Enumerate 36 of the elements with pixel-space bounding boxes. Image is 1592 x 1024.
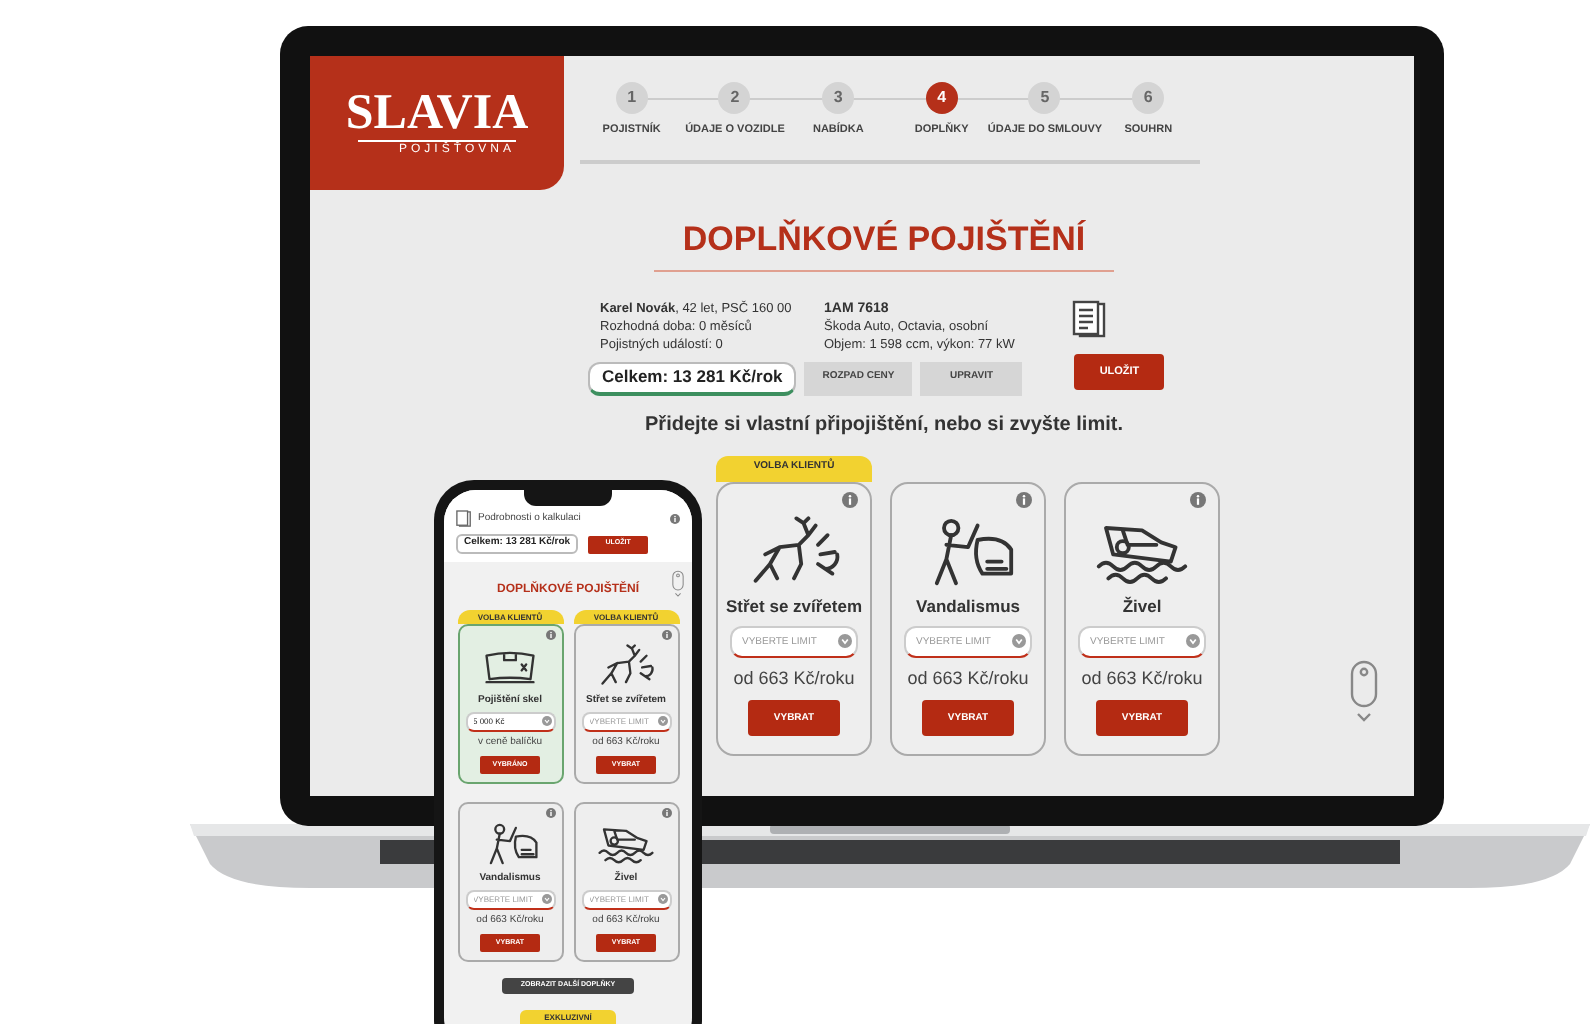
document-icon[interactable] [1072, 299, 1108, 339]
page-title: DOPLŇKOVÉ POJIŠTĚNÍ [654, 214, 1114, 271]
dropdown-icon[interactable] [1012, 634, 1026, 649]
step-number[interactable]: 2 [718, 82, 751, 115]
document-icon[interactable] [456, 510, 472, 528]
info-icon[interactable] [661, 808, 671, 818]
info-icon[interactable] [842, 491, 858, 507]
dropdown-icon[interactable] [657, 716, 667, 727]
scroll-mouse-icon [1350, 660, 1378, 724]
step-number[interactable]: 1 [615, 82, 648, 115]
info-icon[interactable] [661, 630, 671, 640]
prompt-text: Přidejte si vlastní připojištění, nebo si zvyšte limit. [645, 411, 1123, 439]
info-icon[interactable] [545, 808, 555, 818]
flood-icon [594, 822, 658, 867]
dropdown-icon[interactable] [838, 634, 852, 649]
addon-title: Vandalismus [916, 595, 1020, 617]
step-number[interactable]: 4 [925, 82, 958, 115]
info-icon[interactable] [545, 630, 555, 640]
total-price: Celkem: 13 281 Kč/rok [588, 361, 797, 395]
info-icon[interactable] [1016, 491, 1032, 507]
step-number[interactable]: 3 [822, 82, 855, 115]
addon-price: od 663 Kč/roku [1081, 665, 1203, 692]
dropdown-icon[interactable] [657, 894, 667, 905]
scroll-mouse-icon [672, 570, 684, 598]
step-number[interactable]: 6 [1132, 82, 1165, 115]
info-icon[interactable] [670, 514, 680, 524]
addon-title: Živel [1122, 595, 1162, 617]
phone-notch [524, 490, 612, 506]
addon-price: od 663 Kč/roku [733, 665, 855, 692]
dropdown-icon[interactable] [541, 716, 551, 727]
addon-price: od 663 Kč/roku [907, 665, 1029, 692]
addon-title: Střet se zvířetem [725, 595, 863, 617]
dropdown-icon[interactable] [541, 894, 551, 905]
info-icon[interactable] [1190, 491, 1206, 507]
step-number[interactable]: 5 [1028, 82, 1061, 115]
dropdown-icon[interactable] [1186, 634, 1200, 649]
